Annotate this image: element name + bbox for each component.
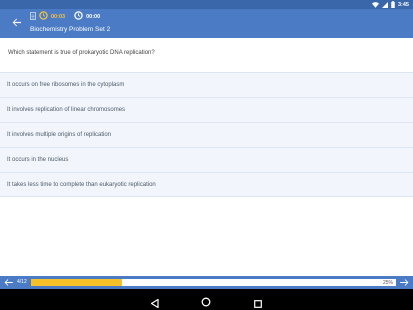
answer-option[interactable]: It involves replication of linear chromo…: [0, 97, 413, 122]
system-nav-bar: [0, 289, 413, 310]
timer-row: 00:03 00:00: [30, 11, 100, 22]
total-time: 00:00: [86, 13, 101, 20]
arrow-right-icon: [400, 279, 409, 286]
signal-icon: [381, 1, 388, 8]
answer-option[interactable]: It involves multiple origins of replicat…: [0, 122, 413, 147]
answer-option-label: It takes less time to complete than euka…: [7, 181, 156, 188]
previous-question-button[interactable]: [4, 278, 14, 287]
wifi-icon: [371, 1, 379, 8]
answer-option-label: It involves replication of linear chromo…: [7, 107, 126, 113]
answer-option[interactable]: It takes less time to complete than euka…: [0, 172, 413, 197]
back-button[interactable]: [10, 16, 22, 28]
answer-option-label: It involves multiple origins of replicat…: [7, 132, 112, 138]
system-home-button[interactable]: [201, 294, 211, 310]
answer-option-label: It occurs on free ribosomes in the cytop…: [7, 82, 125, 88]
document-icon: [30, 11, 36, 22]
elapsed-time: 00:03: [51, 13, 66, 20]
arrow-left-icon: [12, 18, 21, 26]
stopwatch-icon: [74, 11, 83, 22]
answer-option-label: It occurs in the nucleus: [7, 157, 69, 163]
circle-home-icon: [201, 297, 211, 307]
progress-percent: 25%: [382, 279, 393, 286]
question-text: Which statement is true of prokaryotic D…: [8, 50, 155, 56]
status-icons: 3:45: [371, 0, 409, 9]
page-title: Biochemistry Problem Set 2: [30, 26, 111, 33]
answer-option[interactable]: It occurs on free ribosomes in the cytop…: [0, 72, 413, 97]
next-question-button[interactable]: [399, 278, 409, 287]
question-position: 4/12: [17, 279, 27, 285]
progress-track: 25%: [31, 279, 396, 286]
status-bar: 3:45: [0, 0, 413, 9]
triangle-back-icon: [150, 298, 159, 309]
timer-icon: [39, 11, 48, 22]
answer-option[interactable]: It occurs in the nucleus: [0, 147, 413, 172]
progress-bar-container: 4/12 25%: [0, 276, 413, 289]
square-recents-icon: [254, 300, 262, 308]
arrow-left-icon: [4, 279, 13, 286]
answer-options: It occurs on free ribosomes in the cytop…: [0, 72, 413, 197]
system-recents-button[interactable]: [254, 295, 262, 310]
battery-icon: [391, 1, 395, 8]
system-back-button[interactable]: [150, 295, 159, 310]
app-bar: 00:03 00:00 Biochemistry Problem Set 2: [0, 9, 413, 38]
progress-fill: [31, 279, 123, 286]
status-time: 3:45: [397, 1, 409, 8]
